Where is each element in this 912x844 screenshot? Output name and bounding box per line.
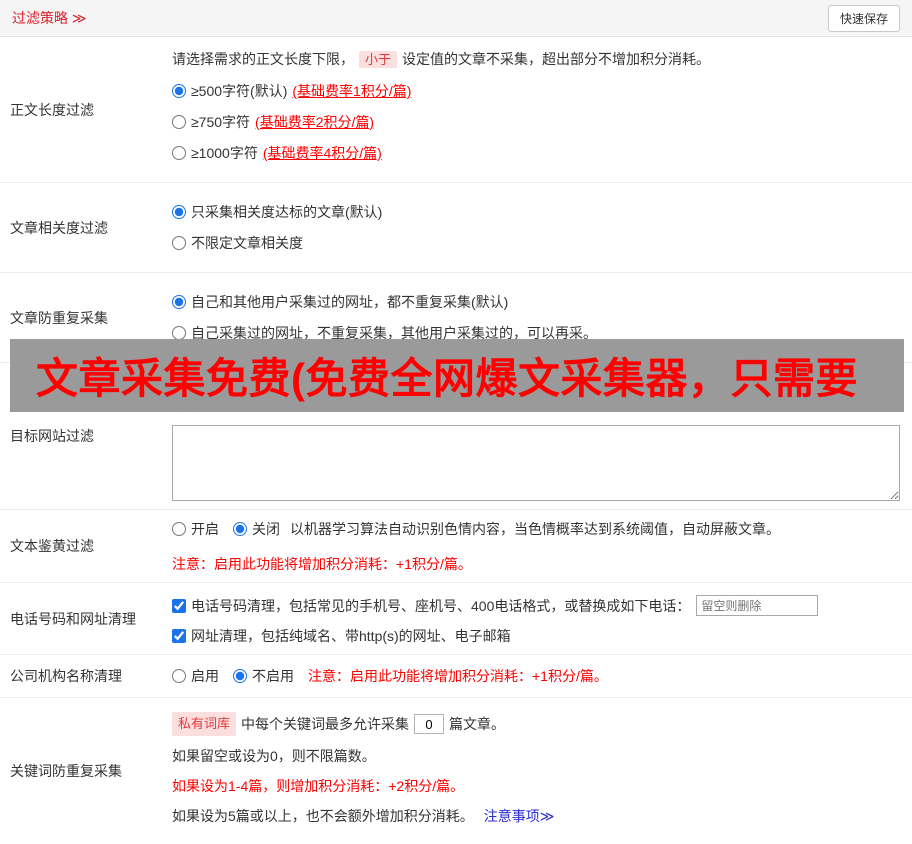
relevance-strict-radio[interactable] xyxy=(172,205,186,219)
intro-text-after: 设定值的文章不采集，超出部分不增加积分消耗。 xyxy=(402,51,711,67)
less-than-chip: 小于 xyxy=(359,51,398,68)
row-label-relevance-filter: 文章相关度过滤 xyxy=(10,219,108,236)
keyword-limit-suffix: 篇文章。 xyxy=(449,716,506,732)
relevance-any-radio[interactable] xyxy=(172,236,186,250)
length-500-label: ≥500字符(默认) xyxy=(191,83,288,99)
company-clean-option-on[interactable]: 启用 xyxy=(172,666,219,686)
row-keyword-dedup: 关键词防重复采集 私有词库 中每个关键词最多允许采集 篇文章。 如果留空或设为0… xyxy=(0,698,912,844)
porn-off-radio[interactable] xyxy=(233,522,247,536)
company-clean-on-radio[interactable] xyxy=(172,669,186,683)
keyword-limit-input[interactable] xyxy=(414,714,445,734)
length-500-fee-note: (基础费率1积分/篇) xyxy=(292,83,412,99)
row-label-keyword-dedup: 关键词防重复采集 xyxy=(10,763,122,779)
phone-clean-label: 电话号码清理，包括常见的手机号、座机号、400电话格式，或替换成如下电话： xyxy=(191,597,691,614)
length-750-radio[interactable] xyxy=(172,115,186,129)
phone-clean-option[interactable]: 电话号码清理，包括常见的手机号、座机号、400电话格式，或替换成如下电话： xyxy=(172,596,690,616)
relevance-option-strict[interactable]: 只采集相关度达标的文章(默认) xyxy=(172,202,904,222)
url-clean-checkbox[interactable] xyxy=(172,629,186,643)
company-clean-option-off[interactable]: 不启用 xyxy=(233,666,294,686)
phone-clean-checkbox[interactable] xyxy=(172,598,186,613)
porn-filter-description: 以机器学习算法自动识别色情内容，当色情概率达到系统阈值，自动屏蔽文章。 xyxy=(290,521,780,537)
length-750-fee-note: (基础费率2积分/篇) xyxy=(255,114,375,130)
row-porn-filter: 文本鉴黄过滤 开启 关闭 以机器学习算法自动识别色情内容，当色情概率达到系统阈值… xyxy=(0,510,912,583)
porn-option-on[interactable]: 开启 xyxy=(172,519,219,539)
relevance-strict-label: 只采集相关度达标的文章(默认) xyxy=(191,204,383,220)
company-clean-off-label: 不启用 xyxy=(252,668,294,684)
intro-text-before: 请选择需求的正文长度下限， xyxy=(172,51,354,67)
row-label-phone-url-clean: 电话号码和网址清理 xyxy=(10,610,136,627)
url-clean-option[interactable]: 网址清理，包括纯域名、带http(s)的网址、电子邮箱 xyxy=(172,626,904,646)
length-option-1000[interactable]: ≥1000字符 (基础费率4积分/篇) xyxy=(172,143,904,163)
porn-filter-cost-note: 注意：启用此功能将增加积分消耗：+1积分/篇。 xyxy=(172,556,472,572)
length-filter-intro: 请选择需求的正文长度下限， 小于 设定值的文章不采集，超出部分不增加积分消耗。 xyxy=(172,49,904,70)
length-750-label: ≥750字符 xyxy=(191,114,251,130)
company-clean-off-radio[interactable] xyxy=(233,669,247,683)
keyword-rule-1-4: 如果设为1-4篇，则增加积分消耗：+2积分/篇。 xyxy=(172,778,465,794)
row-label-length-filter: 正文长度过滤 xyxy=(10,101,94,118)
dedup-self-only-radio[interactable] xyxy=(172,326,186,340)
replacement-phone-input[interactable] xyxy=(696,595,819,616)
page-title[interactable]: 过滤策略 ≫ xyxy=(12,8,87,28)
url-clean-label: 网址清理，包括纯域名、带http(s)的网址、电子邮箱 xyxy=(191,628,511,644)
row-relevance-filter: 文章相关度过滤 只采集相关度达标的文章(默认) 不限定文章相关度 xyxy=(0,183,912,273)
promo-banner-text: 文章采集免费(免费全网爆文采集器，只需要 xyxy=(36,355,858,402)
porn-off-label: 关闭 xyxy=(252,521,280,537)
keyword-limit-text: 中每个关键词最多允许采集 xyxy=(241,716,410,732)
length-option-750[interactable]: ≥750字符 (基础费率2积分/篇) xyxy=(172,112,904,132)
length-500-radio[interactable] xyxy=(172,84,186,98)
porn-on-label: 开启 xyxy=(191,521,219,537)
length-1000-label: ≥1000字符 xyxy=(191,145,258,161)
quick-save-button[interactable]: 快速保存 xyxy=(827,4,900,32)
promo-overlay-banner: 文章采集免费(免费全网爆文采集器，只需要 xyxy=(10,339,904,412)
dedup-all-users-label: 自己和其他用户采集过的网址，都不重复采集(默认) xyxy=(191,294,509,310)
company-clean-on-label: 启用 xyxy=(191,668,219,684)
row-company-clean: 公司机构名称清理 启用 不启用 注意：启用此功能将增加积分消耗：+1积分/篇。 xyxy=(0,655,912,698)
porn-on-radio[interactable] xyxy=(172,522,186,536)
length-1000-fee-note: (基础费率4积分/篇) xyxy=(262,145,382,161)
length-option-500[interactable]: ≥500字符(默认) (基础费率1积分/篇) xyxy=(172,81,904,101)
keyword-rule-5plus-text: 如果设为5篇或以上，也不会额外增加积分消耗。 xyxy=(172,808,474,824)
relevance-any-label: 不限定文章相关度 xyxy=(191,235,303,251)
relevance-option-any[interactable]: 不限定文章相关度 xyxy=(172,233,904,253)
dedup-all-users-radio[interactable] xyxy=(172,295,186,309)
row-label-company-clean: 公司机构名称清理 xyxy=(10,668,122,684)
row-label-porn-filter: 文本鉴黄过滤 xyxy=(10,538,94,554)
company-clean-cost-note: 注意：启用此功能将增加积分消耗：+1积分/篇。 xyxy=(308,668,608,684)
dedup-option-all-users[interactable]: 自己和其他用户采集过的网址，都不重复采集(默认) xyxy=(172,292,904,312)
blocked-sites-textarea[interactable] xyxy=(172,425,900,501)
keyword-rule-5plus: 如果设为5篇或以上，也不会额外增加积分消耗。 注意事项≫ xyxy=(172,806,904,826)
notes-link[interactable]: 注意事项≫ xyxy=(484,808,555,824)
row-length-filter: 正文长度过滤 请选择需求的正文长度下限， 小于 设定值的文章不采集，超出部分不增加积… xyxy=(0,37,912,183)
keyword-rule-zero: 如果留空或设为0，则不限篇数。 xyxy=(172,748,376,764)
porn-option-off[interactable]: 关闭 xyxy=(233,519,280,539)
topbar: 过滤策略 ≫ 快速保存 xyxy=(0,0,912,37)
row-phone-url-clean: 电话号码和网址清理 电话号码清理，包括常见的手机号、座机号、400电话格式，或替… xyxy=(0,583,912,655)
private-lexicon-chip[interactable]: 私有词库 xyxy=(172,712,237,736)
length-1000-radio[interactable] xyxy=(172,146,186,160)
